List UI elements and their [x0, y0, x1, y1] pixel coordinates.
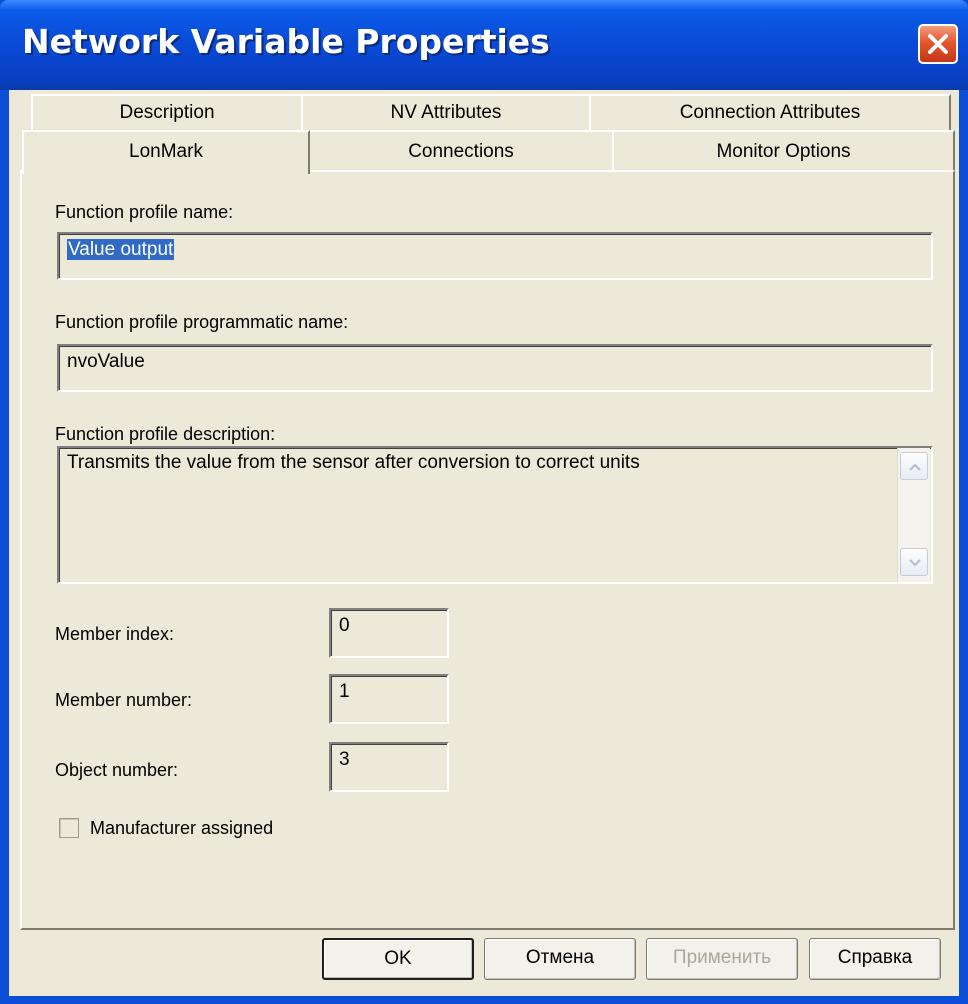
- fp-description-label: Function profile description:: [55, 424, 276, 444]
- window-title: Network Variable Properties: [22, 22, 550, 61]
- scroll-down-button[interactable]: [900, 548, 928, 576]
- close-icon: [928, 34, 948, 54]
- fp-name-field[interactable]: Value output: [57, 232, 933, 280]
- manufacturer-assigned-checkbox[interactable]: [59, 818, 79, 838]
- tab-lonmark[interactable]: LonMark: [22, 130, 310, 174]
- fp-programmatic-name-field[interactable]: nvoValue: [57, 344, 933, 392]
- member-index-field[interactable]: 0: [329, 608, 449, 658]
- fp-programmatic-name-label: Function profile programmatic name:: [55, 312, 349, 332]
- apply-button[interactable]: Применить: [646, 938, 798, 980]
- fp-description-value: Transmits the value from the sensor afte…: [67, 452, 640, 473]
- manufacturer-assigned-label: Manufacturer assigned: [90, 818, 274, 838]
- tab-nv-attributes[interactable]: NV Attributes: [301, 94, 591, 132]
- object-number-field[interactable]: 3: [329, 742, 449, 792]
- object-number-label: Object number:: [55, 760, 179, 780]
- tab-panel-lonmark: Function profile name: Value output Func…: [20, 170, 955, 930]
- fp-name-label: Function profile name:: [55, 202, 234, 222]
- chevron-down-icon: [909, 559, 921, 567]
- dialog-window: Network Variable Properties Description …: [0, 0, 968, 1004]
- chevron-up-icon: [909, 463, 921, 471]
- help-button[interactable]: Справка: [809, 938, 941, 980]
- member-index-label: Member index:: [55, 624, 175, 644]
- scroll-up-button[interactable]: [900, 452, 928, 480]
- title-bar[interactable]: Network Variable Properties: [0, 0, 968, 90]
- ok-button[interactable]: OK: [322, 938, 474, 980]
- fp-description-field[interactable]: Transmits the value from the sensor afte…: [57, 446, 933, 584]
- tab-connection-attributes[interactable]: Connection Attributes: [589, 94, 951, 132]
- tab-monitor-options[interactable]: Monitor Options: [612, 130, 955, 170]
- dialog-client-area: Description NV Attributes Connection Att…: [9, 90, 959, 996]
- tab-description[interactable]: Description: [31, 94, 303, 132]
- description-scrollbar[interactable]: [897, 448, 930, 582]
- close-button[interactable]: [918, 24, 958, 64]
- member-number-field[interactable]: 1: [329, 674, 449, 724]
- member-number-label: Member number:: [55, 690, 193, 710]
- fp-name-value: Value output: [67, 239, 175, 260]
- cancel-button[interactable]: Отмена: [484, 938, 636, 980]
- tab-connections[interactable]: Connections: [308, 130, 614, 170]
